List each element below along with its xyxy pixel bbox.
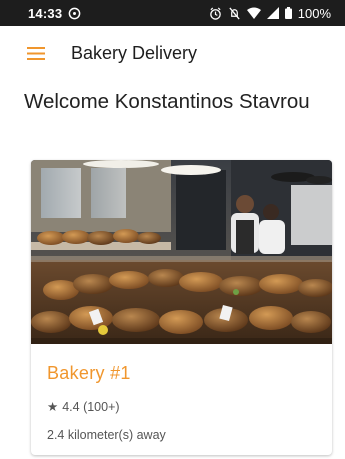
- bakery-distance: 2.4 kilometer(s) away: [47, 428, 166, 442]
- status-bar: 14:33 100%: [0, 0, 345, 26]
- app-bar: Bakery Delivery: [0, 26, 345, 80]
- bakery-photo: [31, 160, 332, 344]
- alarm-icon: [209, 7, 222, 20]
- notifications-off-icon: [228, 7, 241, 20]
- bakery-card[interactable]: Bakery #1 ★ 4.4 (100+) 2.4 kilometer(s) …: [31, 160, 332, 455]
- battery-icon: [284, 7, 292, 19]
- bakery-name: Bakery #1: [47, 363, 131, 383]
- status-time: 14:33: [28, 5, 63, 21]
- sync-icon: [68, 7, 81, 20]
- app-title: Bakery Delivery: [71, 42, 198, 63]
- menu-button[interactable]: [24, 41, 48, 65]
- welcome-message: Welcome Konstantinos Stavrou: [24, 90, 310, 113]
- battery-percentage: 100%: [297, 5, 331, 21]
- bakery-rating-value: 4.4 (100+): [62, 399, 120, 414]
- bakery-rating: ★ 4.4 (100+): [47, 399, 316, 415]
- cell-signal-icon: [266, 7, 279, 19]
- star-icon: ★: [47, 400, 59, 414]
- hamburger-menu-icon: [27, 46, 45, 60]
- wifi-icon: [246, 7, 261, 19]
